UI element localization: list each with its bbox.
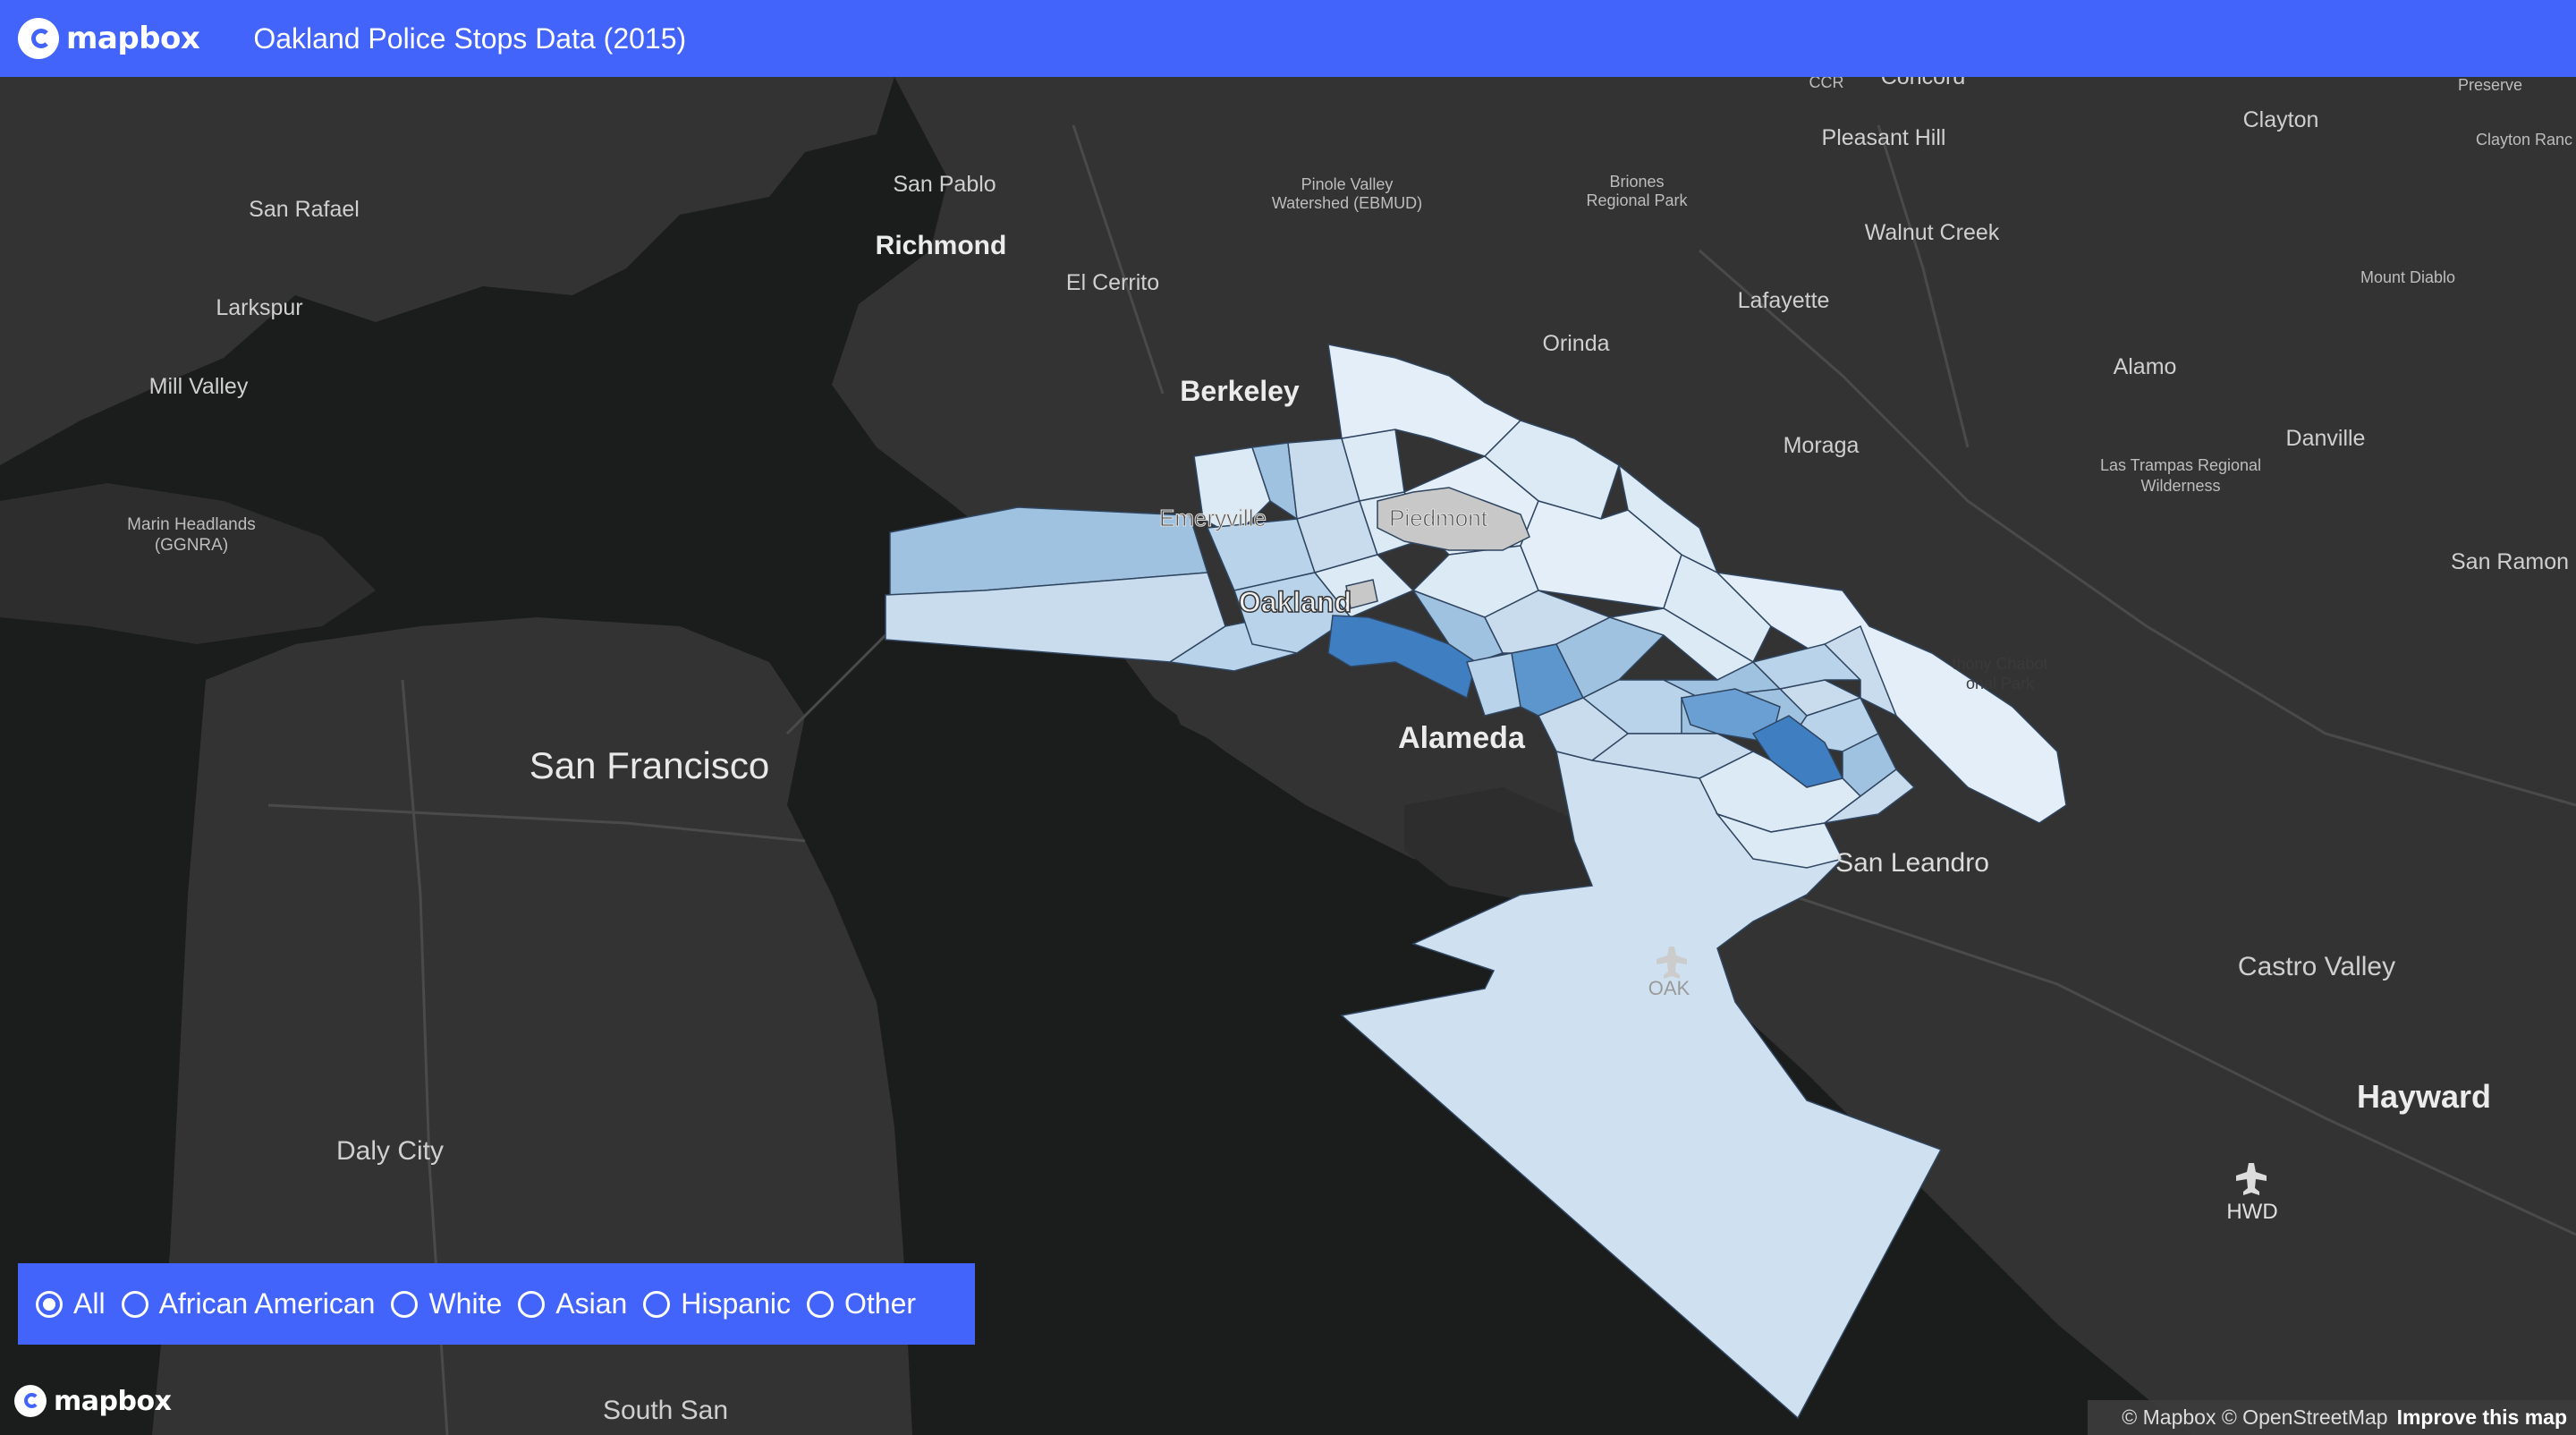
label-watershed: Watershed (EBMUD) xyxy=(1272,194,1422,212)
watermark-text: mapbox xyxy=(54,1385,172,1417)
radio-button[interactable] xyxy=(121,1290,148,1318)
brand-logo[interactable]: mapbox xyxy=(18,18,200,59)
label-el-cerrito: El Cerrito xyxy=(1066,270,1159,295)
label-pleasant-hill: Pleasant Hill xyxy=(1822,125,1946,150)
label-san-rafael: San Rafael xyxy=(249,197,360,222)
filter-option-asian[interactable]: Asian xyxy=(518,1287,627,1320)
label-danville: Danville xyxy=(2286,426,2366,451)
label-chabot-2: onal Park xyxy=(1966,675,2035,692)
label-orinda: Orinda xyxy=(1542,331,1609,356)
label-marin-headlands: Marin Headlands xyxy=(127,515,256,534)
label-mill-valley: Mill Valley xyxy=(149,374,249,399)
brand-name: mapbox xyxy=(66,21,200,56)
filter-option-hispanic[interactable]: Hispanic xyxy=(643,1287,791,1320)
label-alameda: Alameda xyxy=(1398,721,1526,755)
label-hayward: Hayward xyxy=(2357,1078,2491,1115)
label-ggnra: (GGNRA) xyxy=(155,536,228,555)
header-bar: mapbox Oakland Police Stops Data (2015) xyxy=(0,0,2576,77)
label-oak: OAK xyxy=(1648,977,1690,999)
label-pinole-valley: Pinole Valley xyxy=(1301,175,1394,193)
label-berkeley: Berkeley xyxy=(1180,375,1300,407)
ethnicity-filter: All African American White Asian Hispani… xyxy=(18,1263,975,1345)
label-alamo: Alamo xyxy=(2114,354,2177,379)
label-daly-city: Daly City xyxy=(336,1136,444,1166)
radio-button-checked[interactable] xyxy=(36,1290,63,1318)
filter-option-african-american[interactable]: African American xyxy=(121,1287,376,1320)
label-walnut-creek: Walnut Creek xyxy=(1865,220,2000,245)
radio-button[interactable] xyxy=(518,1290,546,1318)
label-san-ramon: San Ramon xyxy=(2451,549,2569,574)
label-las-trampas: Las Trampas Regional xyxy=(2100,456,2261,474)
label-chabot-1: thony Chabot xyxy=(1952,655,2047,673)
page-title: Oakland Police Stops Data (2015) xyxy=(253,21,687,55)
mapbox-watermark[interactable]: mapbox xyxy=(14,1385,172,1417)
filter-option-label: White xyxy=(428,1287,503,1320)
label-clayton: Clayton xyxy=(2243,107,2319,132)
label-moraga: Moraga xyxy=(1784,433,1860,458)
filter-option-other[interactable]: Other xyxy=(807,1287,916,1320)
label-clayton-ranch: Clayton Ranc xyxy=(2476,131,2572,149)
label-regional-park: Regional Park xyxy=(1586,191,1688,209)
filter-option-label: Hispanic xyxy=(681,1287,791,1320)
label-lafayette: Lafayette xyxy=(1738,288,1830,313)
label-emeryville: Emeryville xyxy=(1159,505,1267,531)
map-canvas[interactable]: San Francisco Alameda Oakland Berkeley R… xyxy=(0,0,2576,1435)
label-richmond: Richmond xyxy=(876,231,1007,260)
label-san-pablo: San Pablo xyxy=(893,172,996,197)
label-briones: Briones xyxy=(1609,173,1664,191)
mapbox-logo-icon xyxy=(14,1385,47,1417)
radio-button[interactable] xyxy=(643,1290,671,1318)
radio-button[interactable] xyxy=(807,1290,834,1318)
radio-button[interactable] xyxy=(391,1290,419,1318)
filter-option-label: Asian xyxy=(555,1287,628,1320)
label-oakland: Oakland xyxy=(1239,586,1352,618)
mapbox-logo-icon xyxy=(18,18,59,59)
filter-option-label: African American xyxy=(158,1287,376,1320)
label-san-leandro: San Leandro xyxy=(1835,848,1989,878)
label-san-francisco: San Francisco xyxy=(530,744,769,786)
label-wilderness: Wilderness xyxy=(2140,477,2220,495)
filter-option-label: All xyxy=(73,1287,106,1320)
label-preserve: Preserve xyxy=(2458,76,2522,94)
filter-option-all[interactable]: All xyxy=(36,1287,106,1320)
label-mount-diablo: Mount Diablo xyxy=(2360,268,2455,286)
label-larkspur: Larkspur xyxy=(216,295,302,320)
map-attribution: © Mapbox © OpenStreetMap Improve this ma… xyxy=(2088,1400,2576,1435)
improve-map-link[interactable]: Improve this map xyxy=(2397,1405,2567,1430)
label-hwd: HWD xyxy=(2226,1200,2277,1224)
label-castro-valley: Castro Valley xyxy=(2238,952,2395,981)
filter-option-label: Other xyxy=(844,1287,917,1320)
label-south-san: South San xyxy=(603,1396,728,1425)
filter-option-white[interactable]: White xyxy=(391,1287,502,1320)
attribution-text[interactable]: © Mapbox © OpenStreetMap xyxy=(2122,1405,2387,1430)
label-piedmont: Piedmont xyxy=(1389,505,1488,531)
